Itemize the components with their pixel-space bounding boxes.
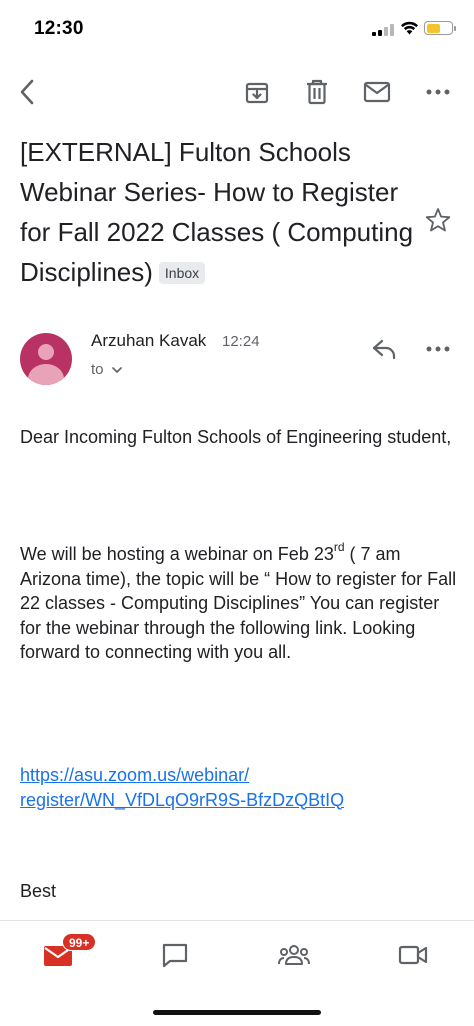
back-button[interactable] <box>8 72 48 112</box>
unread-badge: 99+ <box>62 933 97 951</box>
email-header: [EXTERNAL] Fulton Schools Webinar Series… <box>20 132 420 292</box>
archive-icon <box>245 82 269 104</box>
link-part-1: https://asu.zoom.us/webinar/ <box>20 765 250 785</box>
delete-button[interactable] <box>297 72 337 112</box>
nav-spaces[interactable] <box>264 935 324 975</box>
sender-name[interactable]: Arzuhan Kavak <box>91 331 206 351</box>
more-horizontal-icon <box>426 346 450 352</box>
link-part-2: register/WN_VfDLqO9rR9S-BfzDzQBtIQ <box>20 789 345 810</box>
archive-button[interactable] <box>237 72 277 112</box>
nav-chat[interactable] <box>145 935 205 975</box>
star-button[interactable] <box>424 206 452 239</box>
email-toolbar <box>0 68 474 114</box>
webinar-paragraph: We will be hosting a webinar on Feb 23rd… <box>20 540 460 665</box>
chevron-left-icon <box>20 79 34 105</box>
to-label: to <box>91 361 104 378</box>
reply-icon <box>372 339 396 360</box>
sender-avatar[interactable] <box>20 333 72 385</box>
mark-unread-button[interactable] <box>357 72 397 112</box>
sign-off: Best <box>20 881 57 901</box>
trash-icon <box>307 79 327 105</box>
chevron-down-icon <box>111 366 122 373</box>
mail-icon <box>363 81 391 103</box>
battery-level <box>426 23 440 33</box>
meet-icon <box>398 945 428 965</box>
spaces-icon <box>278 945 310 965</box>
registration-link[interactable]: https://asu.zoom.us/webinar/register/WN_… <box>20 763 460 812</box>
reply-button[interactable] <box>364 332 404 366</box>
status-bar: 12:30 <box>0 0 474 58</box>
avatar-body <box>28 364 64 385</box>
paragraph-text-start: We will be hosting a webinar on Feb 23 <box>20 544 334 564</box>
star-icon <box>425 208 451 232</box>
message-more-button[interactable] <box>418 332 458 366</box>
subject-text: [EXTERNAL] Fulton Schools Webinar Series… <box>20 137 414 287</box>
home-indicator <box>153 1010 321 1015</box>
label-badge[interactable]: Inbox <box>158 262 206 284</box>
chat-icon <box>162 943 188 968</box>
greeting-paragraph: Dear Incoming Fulton Schools of Engineer… <box>20 427 452 447</box>
email-subject: [EXTERNAL] Fulton Schools Webinar Series… <box>20 132 420 292</box>
more-horizontal-icon <box>426 89 450 95</box>
more-options-button[interactable] <box>418 72 458 112</box>
avatar-head <box>38 344 54 360</box>
date-suffix: rd <box>333 540 345 554</box>
cellular-signal-icon <box>372 24 394 36</box>
recipients-toggle[interactable]: to <box>91 361 122 378</box>
sent-time: 12:24 <box>222 333 260 350</box>
battery-icon <box>424 21 456 35</box>
status-time: 12:30 <box>34 18 84 39</box>
nav-meet[interactable] <box>383 935 443 975</box>
wifi-icon <box>400 20 419 35</box>
